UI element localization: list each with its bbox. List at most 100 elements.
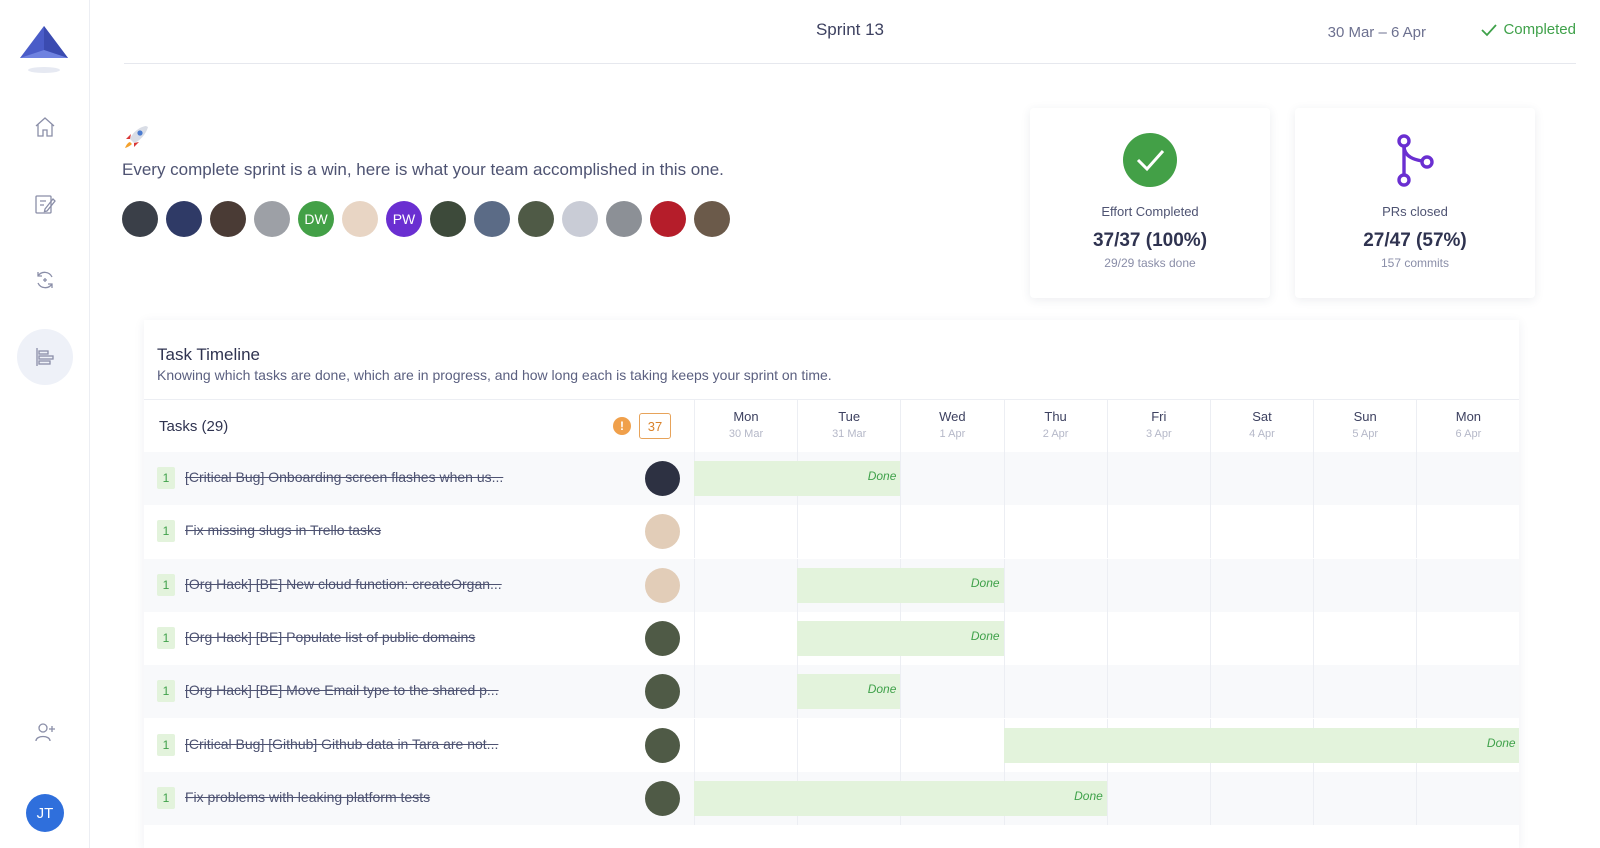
rocket-icon bbox=[125, 126, 148, 148]
task-points-badge: 1 bbox=[157, 520, 175, 543]
tasks-count: Tasks (29) bbox=[159, 418, 229, 435]
effort-card: Effort Completed 37/37 (100%) 29/29 task… bbox=[1030, 108, 1270, 298]
task-name[interactable]: [Org Hack] [BE] Move Email type to the s… bbox=[185, 682, 499, 698]
assignee-avatar[interactable] bbox=[645, 727, 680, 763]
task-name[interactable]: [Org Hack] [BE] New cloud function: crea… bbox=[185, 576, 502, 592]
task-points-badge: 1 bbox=[157, 467, 175, 489]
task-bar-status: Done bbox=[1486, 735, 1516, 750]
home-icon bbox=[35, 117, 55, 137]
task-bar[interactable]: Done bbox=[797, 674, 901, 710]
team-avatar[interactable] bbox=[694, 201, 730, 237]
check-icon bbox=[1481, 23, 1498, 36]
assignee-avatar[interactable] bbox=[645, 461, 680, 496]
task-name[interactable]: [Critical Bug] [Github] Github data in T… bbox=[185, 736, 498, 752]
day-column-header: Sat 4 Apr bbox=[1210, 400, 1313, 453]
task-bar[interactable]: Done bbox=[797, 567, 1004, 603]
grid-line bbox=[1313, 452, 1315, 505]
timeline-title: Task Timeline bbox=[157, 345, 260, 364]
app-logo[interactable] bbox=[18, 22, 70, 76]
success-check-icon bbox=[1123, 133, 1177, 187]
grid-line bbox=[1416, 665, 1418, 719]
task-row[interactable]: Done 1 [Critical Bug] Onboarding screen fl… bbox=[144, 452, 1519, 505]
task-name[interactable]: [Org Hack] [BE] Populate list of public … bbox=[185, 629, 475, 645]
task-bar-status: Done bbox=[970, 628, 1000, 643]
task-name[interactable]: Fix problems with leaking platform tests bbox=[185, 789, 430, 805]
timeline-subtitle: Knowing which tasks are done, which are … bbox=[157, 367, 832, 383]
assignee-avatar[interactable] bbox=[645, 567, 680, 603]
nav-home[interactable] bbox=[17, 99, 73, 155]
task-timeline-panel: Task Timeline Knowing which tasks are do… bbox=[144, 320, 1519, 848]
day-date: 31 Mar bbox=[832, 428, 867, 440]
task-row[interactable]: 1 Fix missing slugs in Trello tasks bbox=[144, 505, 1519, 559]
nav-sync[interactable] bbox=[17, 252, 73, 308]
grid-line bbox=[694, 611, 695, 665]
nav-timeline[interactable] bbox=[17, 329, 73, 385]
team-avatar[interactable] bbox=[474, 201, 510, 237]
task-bar[interactable]: Done bbox=[797, 620, 1004, 656]
team-avatar[interactable] bbox=[430, 201, 466, 237]
team-avatars: DW PW bbox=[122, 201, 730, 237]
day-name: Thu bbox=[1044, 409, 1067, 424]
day-name: Fri bbox=[1151, 409, 1167, 424]
day-date: 3 Apr bbox=[1145, 428, 1172, 440]
task-row[interactable]: Done 1 [Org Hack] [BE] Populate list of pu… bbox=[144, 611, 1519, 665]
timeline-header: Tasks (29) ! 37 Mon 30 Mar Tue 31 Mar Wed 1 A… bbox=[144, 399, 1519, 453]
team-avatar[interactable] bbox=[650, 201, 686, 237]
assignee-avatar[interactable] bbox=[645, 514, 680, 550]
grid-line bbox=[1313, 665, 1315, 719]
day-date: 5 Apr bbox=[1352, 428, 1379, 440]
assignee-avatar[interactable] bbox=[645, 780, 680, 816]
team-avatar[interactable]: PW bbox=[386, 201, 422, 237]
team-avatar[interactable] bbox=[166, 201, 202, 237]
team-avatar[interactable] bbox=[122, 201, 158, 237]
task-name[interactable]: Fix missing slugs in Trello tasks bbox=[185, 522, 381, 538]
day-date: 1 Apr bbox=[939, 428, 966, 440]
day-name: Tue bbox=[838, 409, 861, 424]
team-avatar[interactable] bbox=[210, 201, 246, 237]
grid-line bbox=[900, 718, 902, 772]
grid-line bbox=[694, 665, 695, 719]
team-avatar[interactable] bbox=[254, 201, 290, 237]
warning-icon[interactable]: ! bbox=[613, 417, 631, 435]
grid-line bbox=[1106, 665, 1108, 719]
assignee-avatar[interactable] bbox=[645, 620, 680, 656]
prs-value: 27/47 (57%) bbox=[1363, 230, 1467, 251]
effort-sub: 29/29 tasks done bbox=[1104, 256, 1196, 270]
grid-line bbox=[1210, 452, 1211, 505]
grid-line bbox=[797, 505, 799, 559]
task-name[interactable]: [Critical Bug] Onboarding screen flashes… bbox=[185, 469, 503, 485]
team-avatar[interactable]: DW bbox=[298, 201, 334, 237]
team-avatar[interactable] bbox=[562, 201, 598, 237]
prs-sub: 157 commits bbox=[1380, 256, 1450, 270]
team-avatar[interactable] bbox=[342, 201, 378, 237]
task-row[interactable]: Done 1 [Org Hack] [BE] Move Email type to … bbox=[144, 665, 1519, 719]
grid-line bbox=[694, 718, 695, 772]
day-column-header: Mon 30 Mar bbox=[694, 400, 797, 453]
task-row[interactable]: Done 1 [Critical Bug] [Github] Github data… bbox=[144, 718, 1519, 772]
grid-line bbox=[1106, 452, 1108, 505]
day-column-header: Mon 6 Apr bbox=[1416, 400, 1519, 453]
nav-edit[interactable] bbox=[17, 176, 73, 232]
task-bar[interactable]: Done bbox=[694, 461, 901, 496]
team-avatar[interactable] bbox=[606, 201, 642, 237]
effort-value: 37/37 (100%) bbox=[1092, 230, 1208, 251]
team-avatar[interactable] bbox=[518, 201, 554, 237]
grid-line bbox=[1106, 558, 1108, 612]
task-row[interactable]: Done 1 [Org Hack] [BE] New cloud function:… bbox=[144, 558, 1519, 612]
assignee-avatar[interactable] bbox=[645, 674, 680, 710]
user-avatar[interactable]: JT bbox=[26, 794, 64, 832]
task-bar[interactable]: Done bbox=[694, 780, 1107, 816]
grid-line bbox=[694, 558, 695, 612]
task-points-badge: 1 bbox=[157, 786, 175, 809]
effort-label: Effort Completed bbox=[1101, 204, 1199, 219]
grid-line bbox=[1416, 771, 1418, 825]
day-date: 30 Mar bbox=[728, 428, 764, 440]
nav-invite[interactable] bbox=[17, 704, 73, 760]
task-bar[interactable]: Done bbox=[1003, 727, 1519, 763]
task-row[interactable]: Done 1 Fix problems with leaking platform … bbox=[144, 771, 1519, 825]
task-bar-status: Done bbox=[1074, 788, 1103, 803]
task-bar-status: Done bbox=[867, 469, 897, 483]
day-column-header: Sun 5 Apr bbox=[1313, 400, 1416, 453]
day-name: Wed bbox=[939, 409, 966, 424]
git-branch-icon bbox=[1397, 134, 1434, 187]
